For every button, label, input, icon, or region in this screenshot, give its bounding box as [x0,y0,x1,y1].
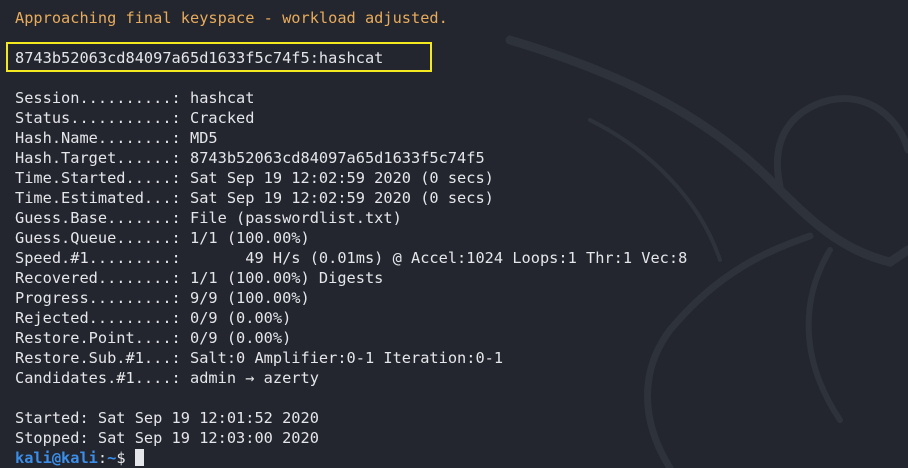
status-line-guess-base: Guess.Base.......: File (passwordlist.tx… [15,209,402,227]
terminal-window[interactable]: Approaching final keyspace - workload ad… [0,0,908,468]
text-cursor[interactable] [134,449,144,466]
status-line-rejected: Rejected.........: 0/9 (0.00%) [15,309,292,327]
kali-dragon-icon [505,35,908,468]
status-line-hash-target: Hash.Target......: 8743b52063cd84097a65d… [15,149,485,167]
prompt-colon: : [97,449,108,467]
warning-message: Approaching final keyspace - workload ad… [15,9,448,27]
prompt-user-host: kali@kali [15,449,98,467]
prompt-path: ~ [107,449,117,467]
prompt-sign: $ [116,449,126,467]
started-timestamp: Started: Sat Sep 19 12:01:52 2020 [15,409,319,427]
status-line-hash-name: Hash.Name........: MD5 [15,129,218,147]
status-line-status: Status...........: Cracked [15,109,255,127]
status-line-restore-sub: Restore.Sub.#1...: Salt:0 Amplifier:0-1 … [15,349,504,367]
status-line-progress: Progress.........: 9/9 (100.00%) [15,289,310,307]
status-line-time-started: Time.Started.....: Sat Sep 19 12:02:59 2… [15,169,494,187]
status-line-time-estimated: Time.Estimated...: Sat Sep 19 12:02:59 2… [15,189,494,207]
command-prompt[interactable]: kali@kali:~$ [15,448,144,468]
status-line-guess-queue: Guess.Queue......: 1/1 (100.00%) [15,229,310,247]
status-line-session: Session..........: hashcat [15,89,255,107]
status-line-restore-point: Restore.Point....: 0/9 (0.00%) [15,329,292,347]
status-line-candidates: Candidates.#1....: admin → azerty [15,369,319,387]
status-line-recovered: Recovered........: 1/1 (100.00%) Digests [15,269,384,287]
cracked-hash-result: 8743b52063cd84097a65d1633f5c74f5:hashcat [15,49,384,67]
stopped-timestamp: Stopped: Sat Sep 19 12:03:00 2020 [15,429,319,447]
status-line-speed: Speed.#1.........: 49 H/s (0.01ms) @ Acc… [15,249,688,267]
